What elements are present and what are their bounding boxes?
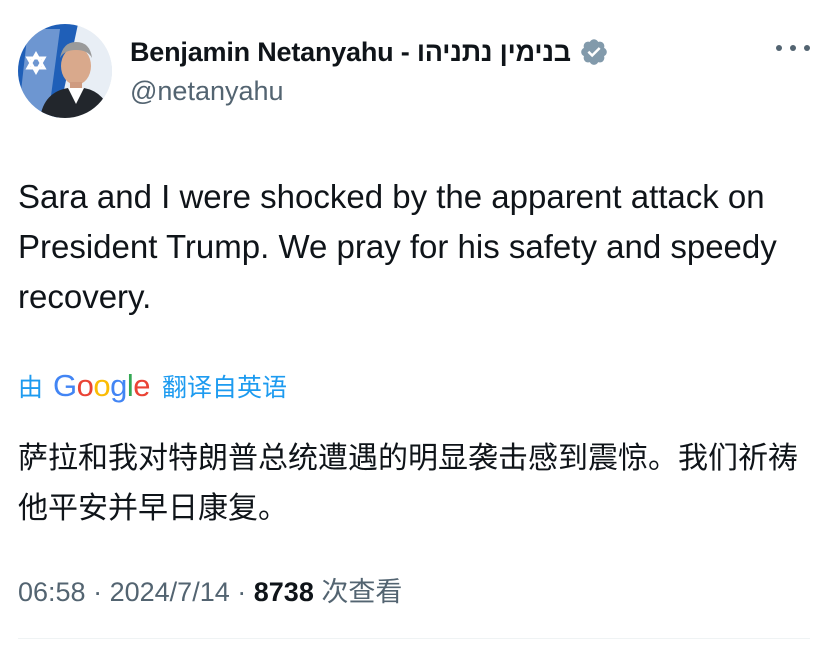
separator: ·	[237, 577, 247, 607]
translated-text: 萨拉和我对特朗普总统遭遇的明显袭击感到震惊。我们祈祷他平安并早日康复。	[18, 442, 798, 525]
divider	[18, 638, 810, 639]
tweet-detail: Benjamin Netanyahu - בנימין נתניהו @neta…	[0, 0, 828, 650]
tweet-meta: 06:58 · 2024/7/14 · 8738 次查看	[18, 570, 402, 609]
google-logo: Google	[53, 368, 151, 403]
dot	[804, 45, 810, 51]
translation-suffix: 翻译自英语	[162, 374, 288, 402]
translation-attribution[interactable]: 由 Google 翻译自英语	[18, 366, 287, 406]
author-names: Benjamin Netanyahu - בנימין נתניהו @neta…	[130, 34, 609, 107]
dot	[776, 45, 782, 51]
display-name[interactable]: Benjamin Netanyahu - בנימין נתניהו	[130, 37, 571, 68]
avatar[interactable]	[18, 24, 112, 118]
views-label: 次查看	[321, 577, 403, 607]
translation-prefix: 由	[18, 374, 44, 402]
more-options-icon[interactable]	[776, 38, 810, 58]
verified-badge-icon	[579, 37, 609, 67]
separator: ·	[93, 577, 103, 607]
display-name-row: Benjamin Netanyahu - בנימין נתניהו	[130, 34, 609, 70]
views-count: 8738	[253, 577, 314, 607]
tweet-time[interactable]: 06:58	[18, 577, 86, 607]
tweet-text: Sara and I were shocked by the apparent …	[18, 178, 777, 315]
handle[interactable]: @netanyahu	[130, 76, 609, 107]
dot	[790, 45, 796, 51]
tweet-header: Benjamin Netanyahu - בנימין נתניהו @neta…	[18, 24, 810, 124]
profile-photo	[18, 24, 112, 118]
tweet-date[interactable]: 2024/7/14	[110, 577, 230, 607]
